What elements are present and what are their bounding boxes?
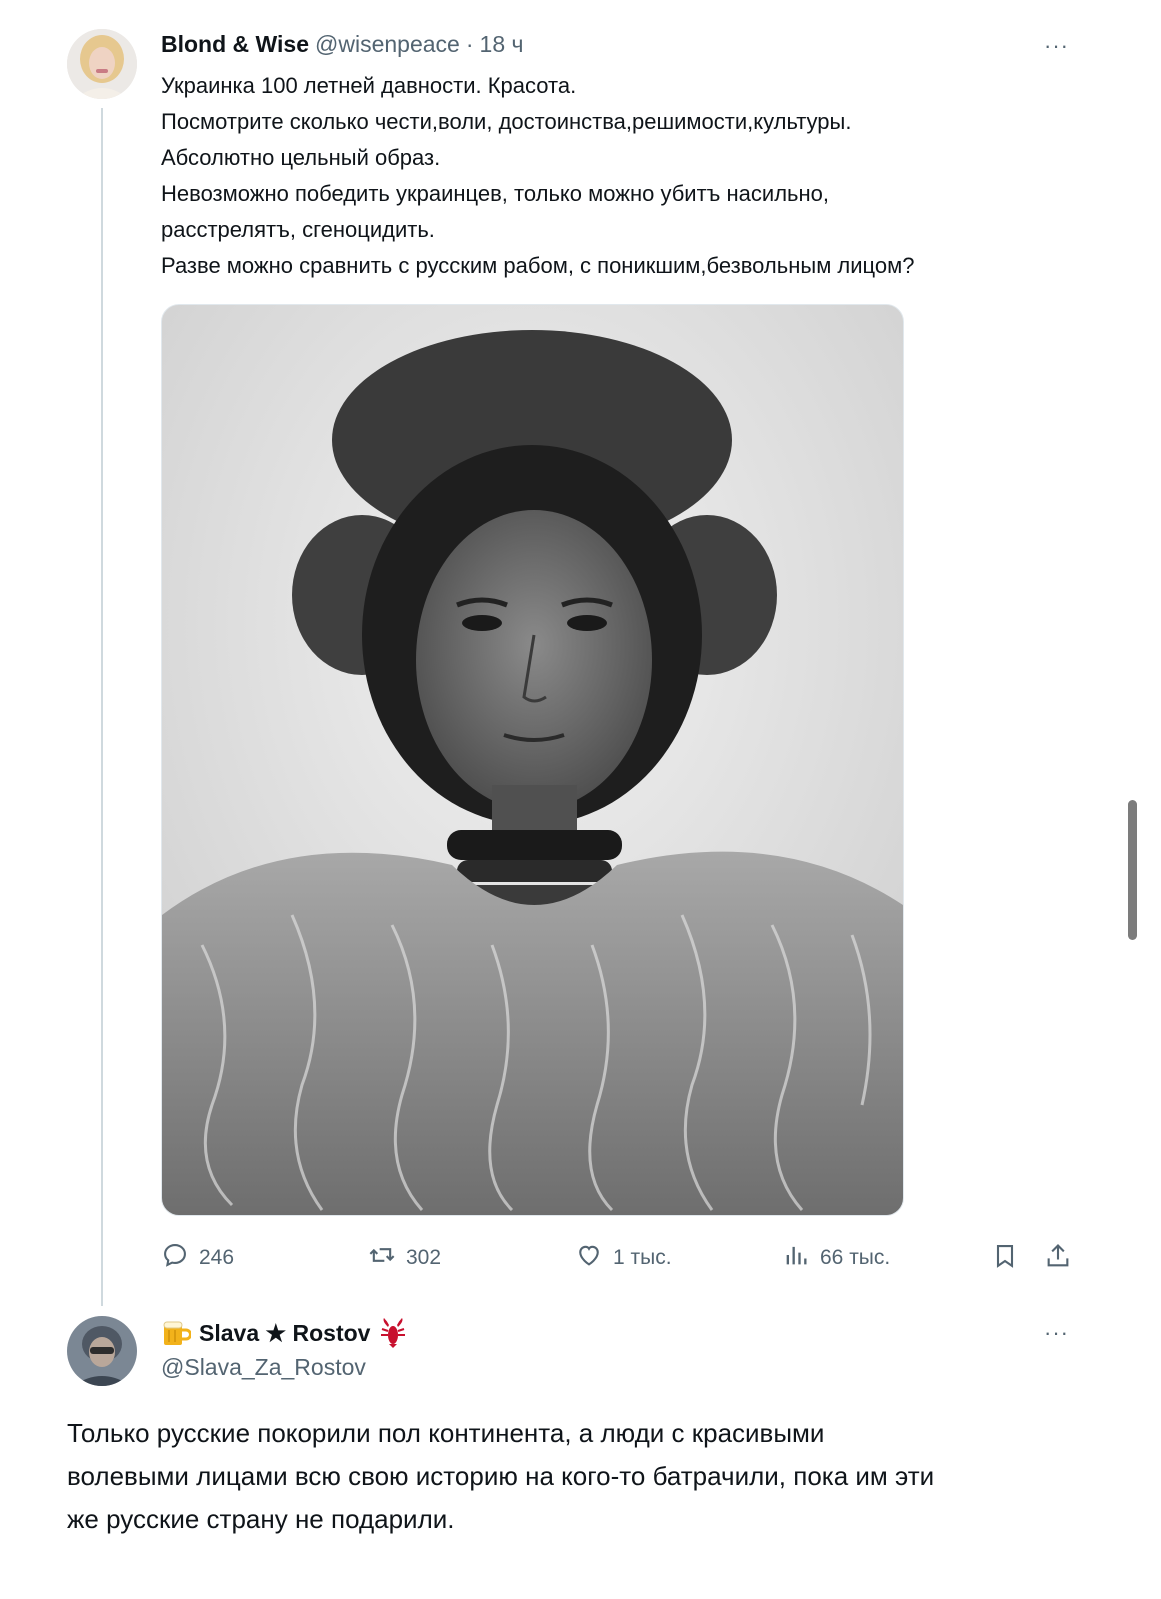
tweet-line: Украинка 100 летней давности. Красота.: [161, 73, 577, 98]
tweet-header: Blond & Wise @wisenpeace · 18 ч: [161, 31, 524, 58]
header-separator: ·: [465, 31, 474, 57]
crayfish-icon: [378, 1317, 408, 1349]
reply-author-name[interactable]: Slava ★ Rostov: [199, 1320, 370, 1347]
tweet-time[interactable]: 18 ч: [480, 31, 524, 58]
reply-author-avatar[interactable]: [67, 1316, 137, 1386]
more-options-button[interactable]: ···: [1044, 33, 1069, 59]
retweet-count: 302: [406, 1246, 442, 1269]
author-avatar[interactable]: [67, 29, 137, 99]
like-action[interactable]: 1 тыс.: [575, 1241, 672, 1275]
comment-icon: [161, 1241, 189, 1275]
heart-icon: [575, 1241, 603, 1275]
retweet-action[interactable]: 302: [368, 1241, 441, 1275]
tweet-line: Разве можно сравнить с русским рабом, с …: [161, 253, 915, 278]
share-icon: [1044, 1244, 1072, 1274]
beer-mug-icon: [161, 1319, 192, 1347]
retweet-icon: [368, 1241, 396, 1275]
reply-header: Slava ★ Rostov: [161, 1317, 408, 1349]
author-handle[interactable]: @wisenpeace: [315, 31, 460, 58]
views-action[interactable]: 66 тыс.: [782, 1241, 890, 1275]
tweet-line: Посмотрите сколько чести,воли, достоинст…: [161, 109, 852, 134]
views-chart-icon: [782, 1241, 810, 1275]
bookmark-icon: [991, 1245, 1019, 1274]
reply-text: Только русские покорили пол континента, …: [67, 1412, 1127, 1541]
tweet-line: Абсолютно цельный образ.: [161, 145, 441, 170]
tweet-text: Украинка 100 летней давности. Красота. П…: [161, 68, 1101, 284]
tweet-photo[interactable]: [161, 304, 904, 1216]
bookmark-button[interactable]: [991, 1242, 1019, 1270]
reply-action[interactable]: 246: [161, 1241, 234, 1275]
views-count: 66 тыс.: [820, 1246, 891, 1269]
reply-more-options-button[interactable]: ···: [1044, 1320, 1069, 1346]
reply-line: Только русские покорили пол континента, …: [67, 1418, 825, 1448]
tweet-line: Невозможно победить украинцев, только мо…: [161, 181, 830, 206]
reply-line: же русские страну не подарили.: [67, 1504, 455, 1534]
reply-count: 246: [199, 1246, 235, 1269]
reply-line: волевыми лицами всю свою историю на кого…: [67, 1461, 935, 1491]
author-name[interactable]: Blond & Wise: [161, 31, 309, 58]
share-button[interactable]: [1044, 1242, 1072, 1270]
thread-line: [101, 108, 103, 1306]
tweet-line: расстрелятъ, сгеноцидить.: [161, 217, 435, 242]
scrollbar-thumb[interactable]: [1128, 800, 1137, 940]
like-count: 1 тыс.: [613, 1246, 672, 1269]
reply-author-handle[interactable]: @Slava_Za_Rostov: [161, 1354, 366, 1381]
